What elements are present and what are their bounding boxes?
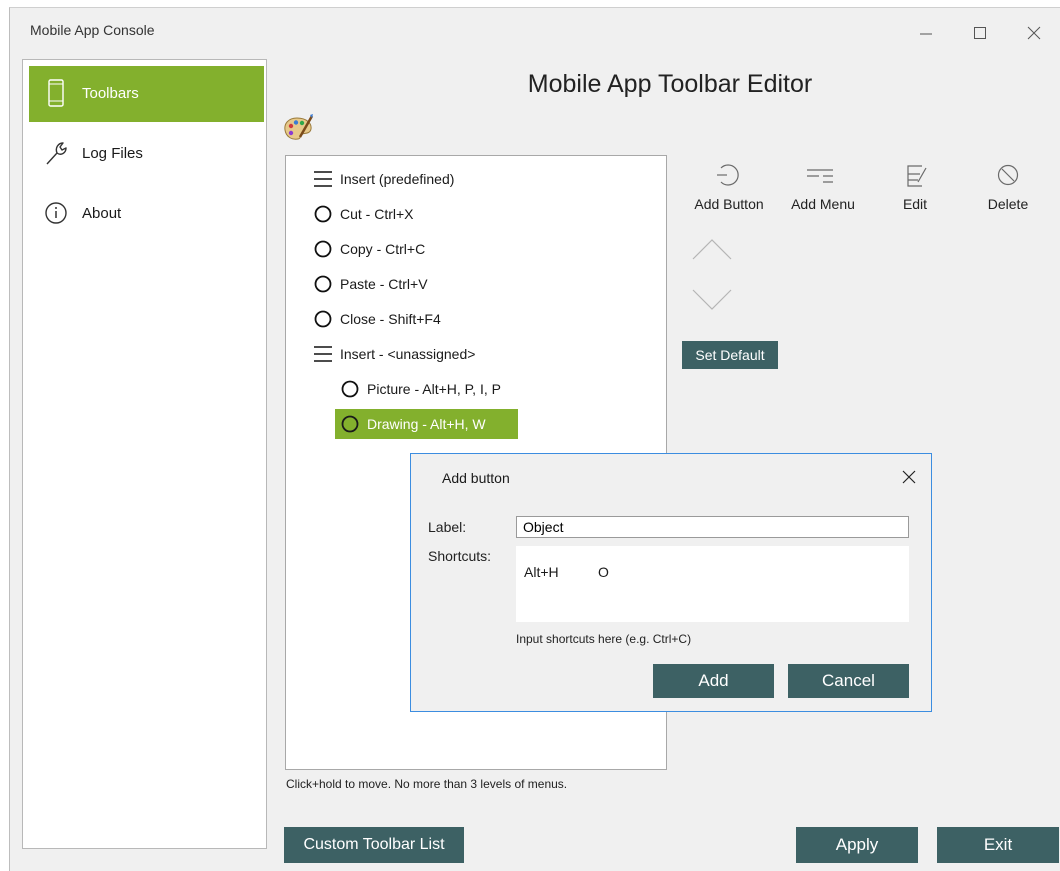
shortcuts-input[interactable]: Alt+H O (516, 546, 909, 622)
shortcuts-caption: Shortcuts: (428, 548, 492, 564)
custom-toolbar-list-button[interactable]: Custom Toolbar List (284, 827, 464, 863)
sidebar-item-label: Toolbars (82, 85, 139, 102)
delete-icon (997, 164, 1019, 186)
palette-icon[interactable] (282, 113, 314, 145)
add-button-dialog: Add button Label: Shortcuts: Alt+H O Inp… (410, 453, 932, 712)
add-button-icon (717, 164, 739, 186)
label-caption: Label: (428, 519, 467, 535)
close-window-button[interactable] (1014, 18, 1054, 48)
tree-item-label: Picture - Alt+H, P, I, P (367, 381, 501, 397)
dialog-add-button[interactable]: Add (653, 664, 774, 698)
tree-item-label: Insert (predefined) (340, 171, 455, 187)
sidebar-item-toolbars[interactable]: Toolbars (29, 66, 264, 122)
shortcut-key: Alt+H (524, 564, 559, 580)
edit-icon (907, 165, 927, 187)
add-menu-label: Add Menu (791, 196, 855, 212)
label-input[interactable] (516, 516, 909, 538)
exit-button[interactable]: Exit (937, 827, 1059, 863)
minimize-icon (920, 33, 932, 35)
tree-item-label: Paste - Ctrl+V (340, 276, 428, 292)
dialog-title: Add button (442, 470, 510, 486)
edit-label: Edit (902, 196, 928, 212)
dialog-cancel-button[interactable]: Cancel (788, 664, 909, 698)
wrench-icon (46, 142, 67, 165)
shortcut-key: O (598, 564, 609, 580)
sidebar-item-label: About (82, 205, 122, 222)
title-bar: Mobile App Console (10, 8, 1060, 54)
close-icon (1027, 26, 1041, 40)
move-down-icon[interactable] (687, 285, 737, 315)
sidebar-item-about[interactable]: About (29, 186, 264, 242)
add-button-label: Add Button (694, 196, 764, 212)
page-title: Mobile App Toolbar Editor (527, 70, 813, 98)
maximize-button[interactable] (960, 18, 1000, 48)
edit-tool[interactable]: Edit (890, 160, 940, 212)
add-menu-tool[interactable]: Add Menu (783, 160, 863, 212)
delete-label: Delete (987, 196, 1029, 212)
circle-icon (314, 205, 332, 223)
sidebar-item-label: Log Files (82, 145, 143, 162)
tree-button-item-selected[interactable]: Drawing - Alt+H, W (335, 409, 518, 439)
sidebar: Toolbars Log Files About (22, 59, 267, 849)
tree-hint: Click+hold to move. No more than 3 level… (286, 777, 568, 791)
info-icon (45, 202, 67, 224)
delete-tool[interactable]: Delete (978, 160, 1038, 212)
tree-item-label: Cut - Ctrl+X (340, 206, 414, 222)
circle-icon (314, 310, 332, 328)
move-up-icon[interactable] (687, 234, 737, 264)
circle-icon (341, 415, 359, 433)
window-title: Mobile App Console (30, 22, 155, 38)
maximize-icon (974, 27, 986, 39)
sidebar-item-log-files[interactable]: Log Files (29, 126, 264, 182)
phone-icon (48, 79, 64, 107)
circle-icon (341, 380, 359, 398)
app-window: Mobile App Console Toolbars Log Files Ab… (9, 7, 1060, 871)
tree-item-label: Close - Shift+F4 (340, 311, 441, 327)
add-menu-icon (807, 169, 833, 183)
menu-lines-icon (314, 346, 332, 362)
tree-item-label: Insert - <unassigned> (340, 346, 476, 362)
add-button-tool[interactable]: Add Button (684, 160, 774, 212)
menu-lines-icon (314, 171, 332, 187)
circle-icon (314, 275, 332, 293)
set-default-button[interactable]: Set Default (682, 341, 778, 369)
dialog-close-icon[interactable] (895, 464, 923, 490)
tree-item-label: Drawing - Alt+H, W (367, 416, 486, 432)
tree-item-label: Copy - Ctrl+C (340, 241, 426, 257)
minimize-button[interactable] (906, 18, 946, 48)
circle-icon (314, 240, 332, 258)
shortcuts-hint: Input shortcuts here (e.g. Ctrl+C) (516, 632, 692, 646)
apply-button[interactable]: Apply (796, 827, 918, 863)
